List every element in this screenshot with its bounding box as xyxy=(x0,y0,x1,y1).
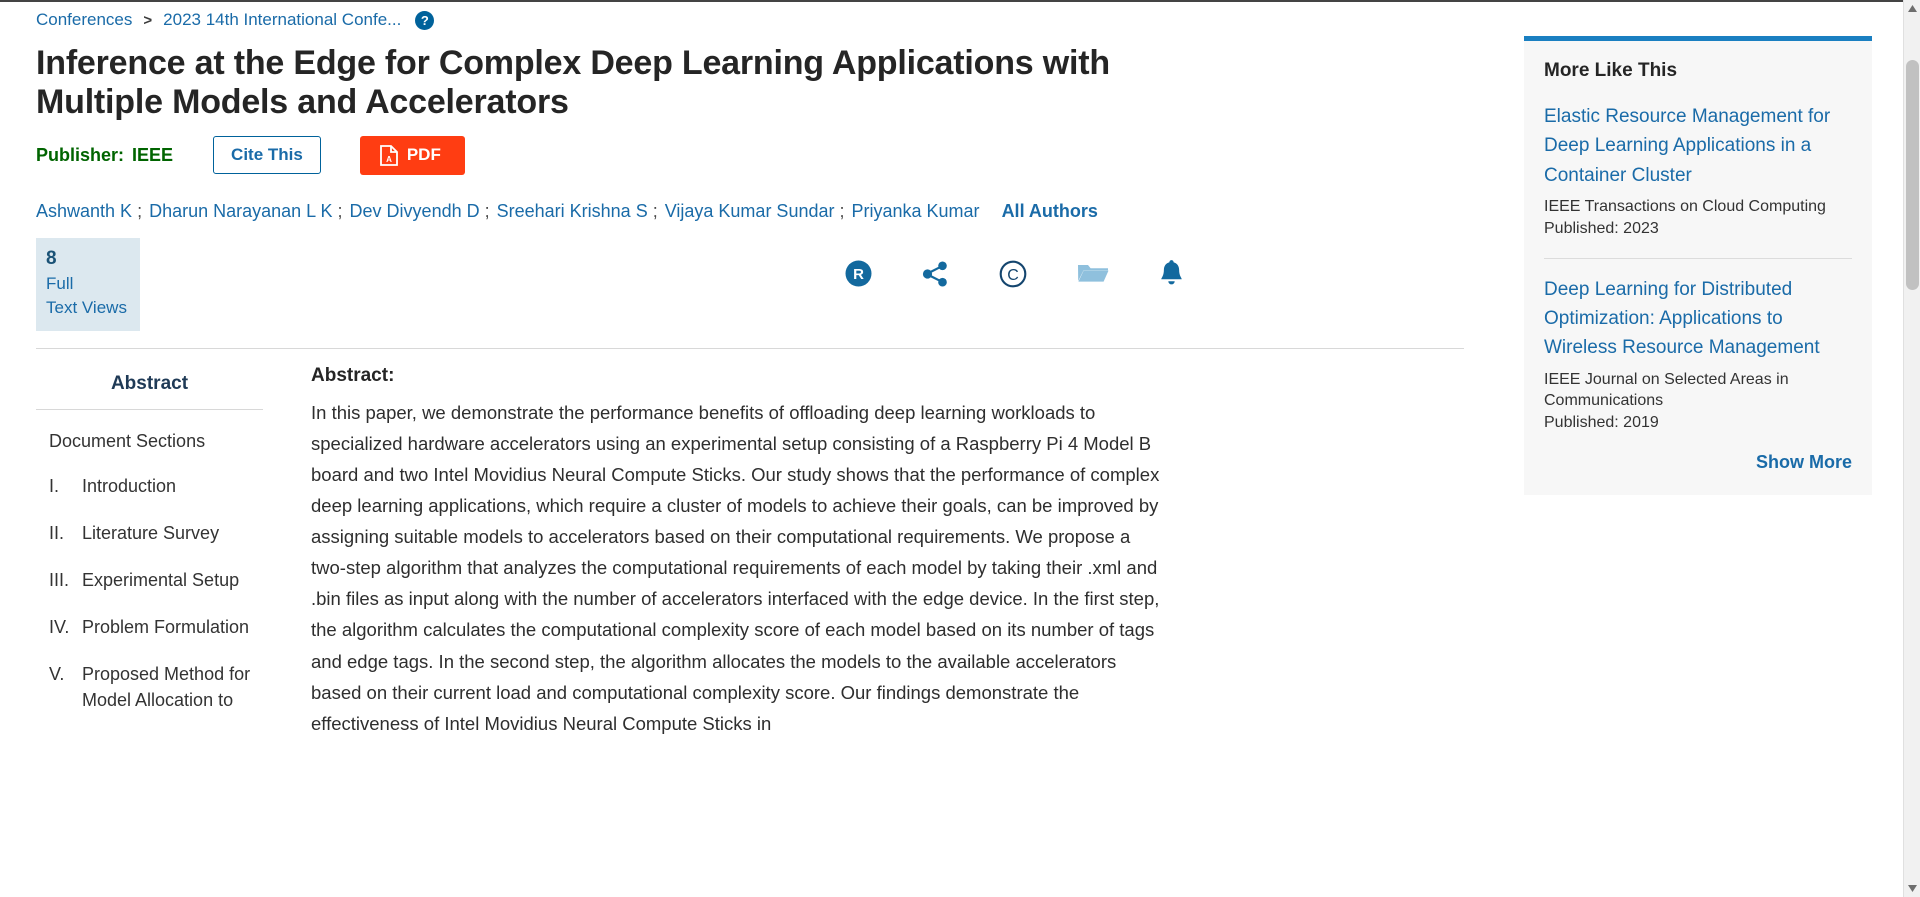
related-article-published: Published: 2023 xyxy=(1544,219,1659,237)
full-text-views-badge[interactable]: 8 Full Text Views xyxy=(36,237,140,331)
scroll-down-arrow-icon[interactable] xyxy=(1904,880,1920,897)
document-page: Conferences > 2023 14th International Co… xyxy=(0,0,1920,897)
breadcrumb: Conferences > 2023 14th International Co… xyxy=(0,0,1500,30)
author-link[interactable]: Ashwanth K xyxy=(36,201,132,222)
author-separator: ; xyxy=(839,200,845,221)
right-rail: More Like This Elastic Resource Manageme… xyxy=(1500,0,1920,897)
sidebar-item-experimental-setup[interactable]: III. Experimental Setup xyxy=(36,546,263,593)
publisher-label: Publisher: xyxy=(36,144,125,165)
document-sections-heading: Document Sections xyxy=(49,430,206,451)
share-icon[interactable] xyxy=(922,261,949,287)
more-like-this-card: More Like This Elastic Resource Manageme… xyxy=(1524,36,1872,495)
sidebar-item-literature-survey[interactable]: II. Literature Survey xyxy=(36,499,263,546)
author-link[interactable]: Dharun Narayanan L K xyxy=(149,201,332,222)
section-number: IV. xyxy=(49,617,70,638)
cite-this-button[interactable]: Cite This xyxy=(213,136,321,175)
more-like-this-heading: More Like This xyxy=(1544,60,1678,81)
breadcrumb-separator: > xyxy=(143,11,153,29)
authors-list: Ashwanth K ; Dharun Narayanan L K ; Dev … xyxy=(0,175,1500,222)
breadcrumb-conferences[interactable]: Conferences xyxy=(36,10,132,30)
related-article-publication: IEEE Journal on Selected Areas in Commun… xyxy=(1544,370,1789,410)
list-item: Elastic Resource Management for Deep Lea… xyxy=(1544,102,1852,240)
section-label: Problem Formulation xyxy=(82,617,250,638)
section-label: Introduction xyxy=(82,475,177,496)
main-content-column: Conferences > 2023 14th International Co… xyxy=(0,0,1500,897)
pdf-file-icon: A xyxy=(379,144,398,166)
related-article-title[interactable]: Elastic Resource Management for Deep Lea… xyxy=(1544,102,1852,190)
author-link[interactable]: Vijaya Kumar Sundar xyxy=(665,201,835,222)
sidebar-item-problem-formulation[interactable]: IV. Problem Formulation xyxy=(36,593,263,640)
breadcrumb-current-conference[interactable]: 2023 14th International Confe... xyxy=(163,10,401,30)
section-number: II. xyxy=(49,522,65,543)
sidebar-item-proposed-method[interactable]: V. Proposed Method for Model Allocation … xyxy=(36,640,263,713)
related-article-title[interactable]: Deep Learning for Distributed Optimizati… xyxy=(1544,275,1852,363)
author-link[interactable]: Dev Divyendh D xyxy=(350,201,480,222)
related-items-divider xyxy=(1544,257,1852,259)
svg-text:A: A xyxy=(386,155,392,164)
list-item: Deep Learning for Distributed Optimizati… xyxy=(1544,275,1852,434)
svg-text:C: C xyxy=(1007,267,1019,284)
full-text-views-label-line2: Text Views xyxy=(46,297,127,317)
full-text-views-label-line1: Full xyxy=(46,274,74,294)
copyright-icon[interactable]: C xyxy=(999,260,1027,288)
full-text-views-count: 8 xyxy=(46,247,57,269)
author-separator: ; xyxy=(137,200,143,221)
all-authors-link[interactable]: All Authors xyxy=(1002,201,1098,222)
bell-alerts-icon[interactable] xyxy=(1159,259,1184,288)
pdf-button-label: PDF xyxy=(406,145,441,165)
page-scrollbar[interactable] xyxy=(1903,0,1920,897)
show-more-button[interactable]: Show More xyxy=(1544,452,1852,473)
abstract-heading: Abstract: xyxy=(311,364,395,386)
folder-icon[interactable] xyxy=(1077,261,1109,286)
section-label: Proposed Method for Model Allocation to xyxy=(82,664,251,711)
author-link[interactable]: Sreehari Krishna S xyxy=(497,201,648,222)
section-label: Experimental Setup xyxy=(82,570,240,591)
tab-abstract[interactable]: Abstract xyxy=(36,365,263,410)
document-sections-panel: Abstract Document Sections I. Introducti… xyxy=(36,349,263,739)
section-number: III. xyxy=(49,570,70,591)
author-link[interactable]: Priyanka Kumar xyxy=(852,201,980,222)
author-separator: ; xyxy=(652,200,658,221)
abstract-panel: Abstract: In this paper, we demonstrate … xyxy=(263,349,1183,739)
section-number: V. xyxy=(49,664,65,685)
scroll-up-arrow-icon[interactable] xyxy=(1904,0,1920,17)
metrics-and-actions-row: 8 Full Text Views R C xyxy=(0,222,1500,332)
abstract-text: In this paper, we demonstrate the perfor… xyxy=(311,401,1160,734)
pdf-button[interactable]: A PDF xyxy=(359,135,465,175)
action-icon-bar: R C xyxy=(845,259,1184,288)
publisher-name: IEEE xyxy=(132,144,174,165)
sidebar-item-introduction[interactable]: I. Introduction xyxy=(36,452,263,499)
page-title: Inference at the Edge for Complex Deep L… xyxy=(36,44,1110,122)
related-article-published: Published: 2019 xyxy=(1544,414,1659,431)
section-number: I. xyxy=(49,475,60,496)
help-circle-icon[interactable]: ? xyxy=(415,10,435,30)
author-separator: ; xyxy=(337,200,343,221)
research-alerts-icon[interactable]: R xyxy=(845,260,872,287)
author-separator: ; xyxy=(484,200,490,221)
document-body: Abstract Document Sections I. Introducti… xyxy=(0,349,1500,739)
publisher-row: Publisher: IEEE Cite This A PDF xyxy=(0,123,1500,175)
svg-text:R: R xyxy=(853,266,864,283)
scrollbar-thumb[interactable] xyxy=(1906,60,1919,290)
section-label: Literature Survey xyxy=(82,522,220,543)
related-article-publication: IEEE Transactions on Cloud Computing xyxy=(1544,198,1826,216)
